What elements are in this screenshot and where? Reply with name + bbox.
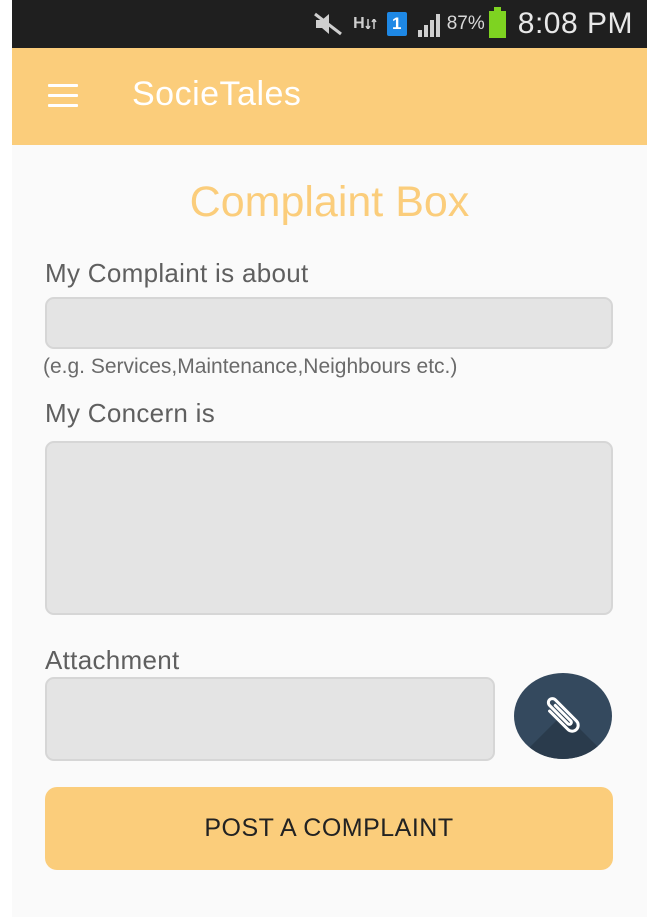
concern-label: My Concern is bbox=[45, 398, 216, 428]
page-title: Complaint Box bbox=[189, 178, 470, 226]
sim-label: 1 bbox=[386, 12, 407, 36]
network-label: H bbox=[353, 15, 365, 32]
battery-percent: 87% bbox=[446, 13, 485, 34]
clock: 8:08 PM bbox=[517, 7, 633, 40]
complaint-about-label: My Complaint is about bbox=[45, 258, 309, 288]
complaint-form: Complaint Box My Complaint is about (e.g… bbox=[12, 145, 647, 917]
post-complaint-button[interactable]: POST A COMPLAINT bbox=[45, 787, 613, 870]
complaint-about-input[interactable] bbox=[45, 297, 613, 349]
battery-icon bbox=[488, 6, 506, 38]
concern-textarea[interactable] bbox=[45, 441, 613, 615]
attach-button[interactable] bbox=[514, 673, 612, 759]
paperclip-icon bbox=[538, 691, 588, 741]
app-title: SocieTales bbox=[132, 75, 302, 113]
attachment-label: Attachment bbox=[45, 645, 180, 675]
signal-icon bbox=[417, 10, 445, 38]
app-bar: SocieTales bbox=[12, 48, 647, 145]
mute-icon bbox=[313, 11, 343, 37]
complaint-about-hint: (e.g. Services,Maintenance,Neighbours et… bbox=[43, 355, 458, 378]
status-bar: H 1 87% 8:08 PM bbox=[12, 0, 647, 48]
attachment-field[interactable] bbox=[45, 677, 495, 761]
sim-1-icon: 1 bbox=[386, 12, 407, 36]
hamburger-menu-icon[interactable] bbox=[48, 84, 78, 108]
network-h-icon: H bbox=[353, 15, 377, 32]
